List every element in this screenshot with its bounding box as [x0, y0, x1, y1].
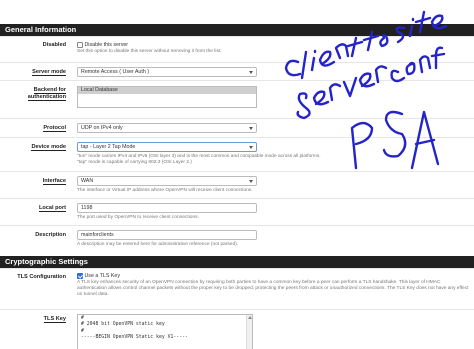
protocol-label: Protocol — [43, 125, 66, 132]
use-tls-key-checkbox-label: Use a TLS Key — [84, 273, 121, 279]
interface-label: Interface — [42, 178, 66, 185]
server-mode-label: Server mode — [32, 69, 66, 76]
interface-help: The interface or Virtual IP address wher… — [77, 188, 253, 193]
disabled-label: Disabled — [42, 42, 66, 48]
row-interface: Interface WAN The interface or Virtual I… — [0, 171, 474, 197]
chevron-down-icon — [249, 71, 253, 74]
textarea-scrollbar[interactable] — [246, 315, 252, 349]
tls-configuration-label: TLS Configuration — [17, 274, 66, 280]
description-label: Description — [35, 232, 66, 238]
row-backend: Backend for authentication Local Databas… — [0, 80, 474, 118]
section-header-general: General Information — [0, 24, 474, 36]
use-tls-key-checkbox[interactable] — [77, 272, 83, 279]
local-port-input[interactable]: 1198 — [77, 203, 257, 213]
tls-configuration-help: A TLS key enhances security of an OpenVP… — [77, 280, 469, 297]
chevron-down-icon — [249, 146, 253, 149]
tls-key-label: TLS Key — [43, 316, 66, 323]
device-mode-select[interactable]: tap - Layer 2 Tap Mode — [77, 142, 257, 152]
local-port-help: The port used by OpenVPN to receive clie… — [77, 215, 199, 220]
row-disabled: Disabled Disable this server Set this op… — [0, 36, 474, 62]
protocol-select[interactable]: UDP on IPv4 only — [77, 123, 257, 133]
server-mode-select[interactable]: Remote Access ( User Auth ) — [77, 67, 257, 77]
row-device-mode: Device mode tap - Layer 2 Tap Mode "tun"… — [0, 137, 474, 170]
tls-key-textarea[interactable]: # # 2048 bit OpenVPN static key # -----B… — [77, 314, 253, 349]
chevron-down-icon — [249, 127, 253, 130]
row-server-mode: Server mode Remote Access ( User Auth ) — [0, 62, 474, 80]
device-mode-label: Device mode — [31, 144, 66, 151]
row-local-port: Local port 1198 The port used by OpenVPN… — [0, 198, 474, 224]
row-protocol: Protocol UDP on IPv4 only — [0, 118, 474, 136]
disabled-help: Set this option to disable this server w… — [77, 49, 222, 54]
interface-select[interactable]: WAN — [77, 176, 257, 186]
backend-label: Backend for authentication — [27, 87, 66, 101]
local-port-label: Local port — [38, 205, 66, 212]
row-tls-configuration: TLS Configuration Use a TLS Key A TLS ke… — [0, 268, 474, 308]
row-description: Description mainforclients A description… — [0, 225, 474, 251]
disable-server-checkbox-label: Disable this server — [84, 42, 129, 48]
disable-server-checkbox[interactable] — [77, 41, 83, 48]
tls-key-line: -----BEGIN OpenVPN Static key V1----- — [81, 335, 188, 341]
chevron-down-icon — [249, 180, 253, 183]
section-header-crypto: Cryptographic Settings — [0, 256, 474, 268]
backend-listbox[interactable]: Local Database — [77, 86, 257, 108]
description-input[interactable]: mainforclients — [77, 230, 257, 240]
backend-option[interactable]: Local Database — [78, 87, 256, 94]
description-help: A description may be entered here for ad… — [77, 242, 239, 247]
device-mode-help-tap: "tap" mode is capable of carrying 802.3 … — [77, 160, 192, 165]
row-tls-key: TLS Key # # 2048 bit OpenVPN static key … — [0, 309, 474, 349]
